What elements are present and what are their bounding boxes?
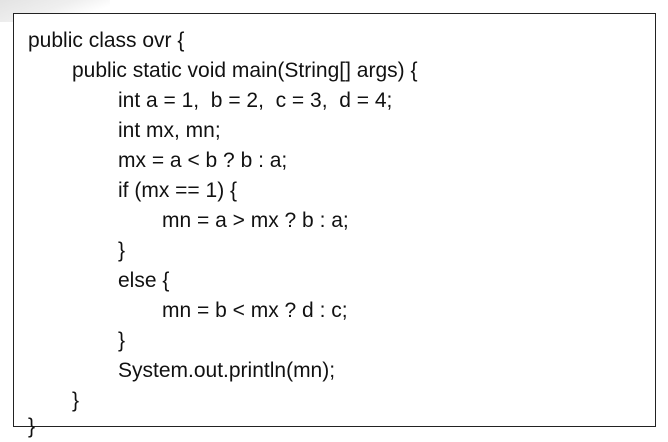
code-line-class-close: } — [28, 415, 36, 438]
code-line-variable-decl: int mx, mn; — [118, 119, 221, 142]
code-line-if-close: } — [118, 239, 126, 262]
code-line-else-body: mn = b < mx ? d : c; — [162, 299, 348, 322]
code-block: public class ovr { public static void ma… — [13, 13, 656, 438]
code-line-class-declaration: public class ovr { — [28, 29, 185, 52]
code-line-println: System.out.println(mn); — [118, 359, 336, 382]
code-line-else-close: } — [118, 329, 126, 352]
code-line-if-body: mn = a > mx ? b : a; — [162, 209, 349, 232]
code-line-else-statement: else { — [118, 269, 170, 292]
code-line-method-close: } — [72, 389, 80, 412]
code-line-main-method: public static void main(String[] args) { — [72, 59, 418, 82]
code-line-if-statement: if (mx == 1) { — [118, 179, 238, 202]
code-line-mx-assignment: mx = a < b ? b : a; — [118, 149, 288, 172]
code-line-variable-init: int a = 1, b = 2, c = 3, d = 4; — [118, 89, 393, 112]
